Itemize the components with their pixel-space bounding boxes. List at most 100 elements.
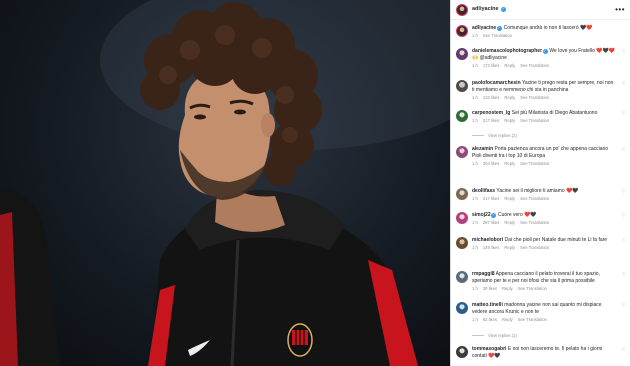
comment-time: 1 h — [472, 286, 478, 291]
comment-likes[interactable]: 133 likes — [483, 95, 500, 101]
replies-divider — [472, 135, 484, 137]
comment-text: Cuore vero ❤️🖤 — [498, 212, 537, 218]
like-heart-icon[interactable]: ♡ — [622, 112, 626, 117]
comment-item: alezamin Porta pazienza ancora un po' ch… — [456, 146, 626, 167]
see-translation-link[interactable]: See Translation — [520, 196, 549, 202]
comment-likes[interactable]: 287 likes — [483, 220, 500, 226]
comment-time: 1 h — [472, 33, 478, 39]
commenter-avatar[interactable] — [456, 302, 468, 314]
comment-likes[interactable]: 173 likes — [483, 63, 500, 69]
see-translation-link[interactable]: See Translation — [520, 245, 549, 251]
commenter-username[interactable]: paolofocamarchesin — [472, 80, 521, 86]
verified-badge-icon: ✓ — [542, 49, 548, 54]
reply-link[interactable]: Reply — [504, 63, 515, 69]
like-heart-icon[interactable]: ♡ — [622, 214, 626, 219]
verified-badge-icon: ✓ — [491, 213, 497, 218]
post-header: adliyacine ✓ ••• — [451, 0, 630, 20]
commenter-username[interactable]: rmpaggi8 — [472, 271, 495, 277]
commenter-avatar[interactable] — [456, 48, 468, 60]
commenter-avatar[interactable] — [456, 110, 468, 122]
view-replies-label[interactable]: View replies (1) — [488, 333, 517, 339]
commenter-avatar[interactable] — [456, 271, 468, 283]
comment-likes[interactable]: 62 likes — [483, 317, 497, 323]
comment-item: tommasogabri E noi non lasceremo te. Il … — [456, 346, 626, 360]
commenter-username[interactable]: deollifass — [472, 188, 495, 194]
reply-link[interactable]: Reply — [504, 118, 515, 124]
commenter-avatar[interactable] — [456, 188, 468, 200]
like-heart-icon[interactable]: ♡ — [622, 304, 626, 309]
commenter-avatar[interactable] — [456, 346, 468, 358]
comment-item: michaelobori Dai che pioli per Natale du… — [456, 237, 626, 251]
see-translation-link[interactable]: See Translation — [520, 118, 549, 124]
replies-divider — [472, 335, 484, 337]
reply-link[interactable]: Reply — [504, 196, 515, 202]
player-photo-illustration — [0, 0, 450, 366]
reply-link[interactable]: Reply — [504, 245, 515, 251]
commenter-username[interactable]: danielemascolophotographer — [472, 48, 542, 54]
comment-time: 1 h — [472, 196, 478, 202]
comment-time: 1 h — [472, 317, 478, 322]
view-replies-button[interactable]: View replies (2) — [472, 133, 517, 139]
commenter-username[interactable]: alezamin — [472, 146, 493, 152]
caption-comment: adliyacine ✓ Comunque andrà io non ti las… — [456, 25, 626, 39]
reply-link[interactable]: Reply — [504, 161, 515, 167]
like-heart-icon[interactable]: ♡ — [622, 148, 626, 153]
post-author-avatar[interactable] — [456, 3, 468, 16]
commenter-username[interactable]: tommasogabri — [472, 346, 506, 352]
commenter-avatar[interactable] — [456, 237, 468, 249]
view-replies-label[interactable]: View replies (2) — [488, 133, 517, 139]
comment-item: simoj22 ✓ Cuore vero ❤️🖤 1 h 287 likes Re… — [456, 212, 626, 226]
comment-item: rmpaggi8 Appena cacciano il pelato trove… — [456, 271, 626, 292]
reply-link[interactable]: Reply — [502, 317, 513, 323]
see-translation-link[interactable]: See Translation — [520, 95, 549, 101]
comment-likes[interactable]: 217 likes — [483, 118, 500, 124]
comment-time: 1 h — [472, 220, 478, 226]
comments-panel: adliyacine ✓ ••• adliyacine ✓ Comunque an… — [450, 0, 630, 366]
view-replies-button[interactable]: View replies (1) — [472, 333, 517, 339]
comment-item: carpenostem_lg Sei più Milanista di Dieg… — [456, 110, 626, 124]
commenter-avatar[interactable] — [456, 80, 468, 92]
like-heart-icon[interactable]: ♡ — [622, 239, 626, 244]
comment-item: paolofocamarchesin Yacine ti prego resta… — [456, 80, 626, 101]
commenter-avatar[interactable] — [456, 25, 468, 37]
like-heart-icon[interactable]: ♡ — [622, 348, 626, 353]
verified-badge-icon: ✓ — [500, 7, 506, 12]
comment-item: danielemascolophotographer ✓ We love you … — [456, 48, 626, 69]
comment-likes[interactable]: 149 likes — [483, 245, 500, 251]
see-translation-link[interactable]: See Translation — [520, 161, 549, 167]
see-translation-link[interactable]: See Translation — [518, 286, 547, 292]
reply-link[interactable]: Reply — [504, 220, 515, 226]
comment-likes[interactable]: 304 likes — [483, 161, 500, 167]
commenter-username[interactable]: carpenostem_lg — [472, 110, 510, 116]
comment-item: matteo.tinelli madonna yacine non sai qu… — [456, 302, 626, 323]
commenter-username[interactable]: simoj22 — [472, 212, 491, 218]
commenter-username[interactable]: michaelobori — [472, 237, 503, 243]
see-translation-link[interactable]: See Translation — [483, 33, 512, 39]
like-heart-icon[interactable]: ♡ — [622, 273, 626, 278]
reply-link[interactable]: Reply — [504, 95, 515, 101]
commenter-username[interactable]: adliyacine — [472, 25, 496, 31]
like-heart-icon[interactable]: ♡ — [622, 190, 626, 195]
comment-text: Yacine sei il migliore ti amiamo ❤️🖤 — [496, 188, 579, 194]
comment-text: Porta pazienza ancora un po' che appena … — [472, 146, 609, 159]
see-translation-link[interactable]: See Translation — [520, 220, 549, 226]
like-heart-icon[interactable]: ♡ — [622, 50, 626, 55]
post-author-username[interactable]: adliyacine — [472, 6, 499, 13]
more-options-icon[interactable]: ••• — [615, 5, 625, 14]
comment-likes[interactable]: 30 likes — [483, 286, 497, 292]
commenter-username[interactable]: matteo.tinelli — [472, 302, 503, 308]
comment-time: 1 h — [472, 245, 478, 251]
like-heart-icon[interactable]: ♡ — [622, 82, 626, 87]
commenter-avatar[interactable] — [456, 146, 468, 158]
comment-time: 1 h — [472, 118, 478, 124]
comment-time: 1 h — [472, 63, 478, 68]
comment-time: 1 h — [472, 95, 478, 100]
comment-text: Comunque andrà io non ti lascerò 🖤❤️ — [503, 25, 593, 31]
comment-item: deollifass Yacine sei il migliore ti ami… — [456, 188, 626, 202]
see-translation-link[interactable]: See Translation — [520, 63, 549, 69]
comment-likes[interactable]: 217 likes — [483, 196, 500, 202]
see-translation-link[interactable]: See Translation — [518, 317, 547, 323]
commenter-avatar[interactable] — [456, 212, 468, 224]
reply-link[interactable]: Reply — [502, 286, 513, 292]
comment-time: 1 h — [472, 161, 478, 166]
